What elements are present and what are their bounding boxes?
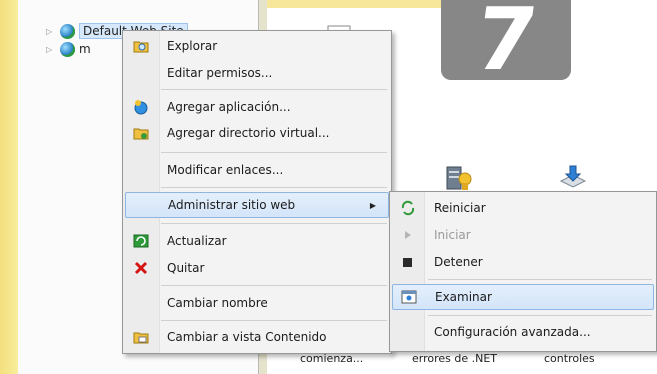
step-number: 7 [469,0,543,90]
administrar-sitio-submenu: Reiniciar Iniciar Detener Examinar Confi… [389,191,657,352]
menu-item-administrar-sitio-web[interactable]: Administrar sitio web ▶ [125,192,389,218]
menu-separator [161,320,387,321]
submenu-item-label: Examinar [435,290,492,304]
restart-icon [400,200,416,216]
website-globe-icon [60,23,75,39]
submenu-item-examinar[interactable]: Examinar [392,284,654,310]
submenu-item-reiniciar[interactable]: Reiniciar [392,196,654,220]
submenu-arrow-icon: ▶ [369,200,376,210]
menu-item-actualizar[interactable]: Actualizar [125,229,389,253]
menu-item-label: Modificar enlaces... [167,163,284,177]
menu-separator [161,285,387,286]
feature-label: controles [544,352,595,365]
menu-item-agregar-aplicacion[interactable]: Agregar aplicación... [125,95,389,119]
submenu-item-label: Detener [434,255,483,269]
download-tray-icon[interactable] [558,163,588,193]
menu-separator [161,223,387,224]
submenu-item-iniciar[interactable]: Iniciar [392,223,654,247]
menu-item-quitar[interactable]: Quitar [125,256,389,280]
feature-label: errores de .NET [412,352,498,365]
server-certificate-icon[interactable] [444,163,474,193]
menu-item-label: Quitar [167,261,205,275]
submenu-item-label: Iniciar [434,228,471,242]
explore-folder-icon [133,38,149,54]
menu-item-label: Agregar aplicación... [167,100,291,114]
expand-arrow-icon[interactable]: ▷ [46,45,56,54]
menu-item-label: Cambiar nombre [167,296,268,310]
menu-item-cambiar-vista-contenido[interactable]: Cambiar a vista Contenido [125,325,389,349]
add-application-icon [133,99,149,115]
menu-item-label: Cambiar a vista Contenido [167,330,327,344]
menu-separator [428,315,652,316]
virtual-directory-icon [133,125,149,141]
top-band [267,0,447,8]
tree-item-site-2[interactable]: ▷ m [46,40,91,58]
menu-item-modificar-enlaces[interactable]: Modificar enlaces... [125,158,389,182]
stop-icon [400,254,416,270]
tree-item-label: m [79,42,91,56]
site-context-menu: Explorar Editar permisos... Agregar apli… [122,30,392,354]
step-number-badge: 7 [441,0,571,90]
menu-item-agregar-directorio-virtual[interactable]: Agregar directorio virtual... [125,121,389,145]
menu-item-label: Editar permisos... [167,66,273,80]
remove-x-icon [133,260,149,276]
submenu-item-configuracion-avanzada[interactable]: Configuración avanzada... [392,320,654,344]
submenu-item-label: Reiniciar [434,201,486,215]
start-play-icon [400,227,416,243]
content-view-icon [133,329,149,345]
expand-arrow-icon[interactable]: ▷ [46,27,56,36]
refresh-icon [133,233,149,249]
menu-item-cambiar-nombre[interactable]: Cambiar nombre [125,291,389,315]
menu-item-editar-permisos[interactable]: Editar permisos... [125,61,389,85]
submenu-item-detener[interactable]: Detener [392,250,654,274]
menu-item-label: Explorar [167,39,218,53]
browse-icon [401,289,417,305]
menu-separator [161,89,387,90]
menu-item-explorar[interactable]: Explorar [125,34,389,58]
page-edge-strip [0,0,18,374]
menu-separator [428,279,652,280]
menu-item-label: Administrar sitio web [168,198,296,212]
website-globe-icon [60,41,75,57]
menu-separator [161,152,387,153]
menu-item-label: Agregar directorio virtual... [167,126,330,140]
menu-separator [161,187,387,188]
menu-item-label: Actualizar [167,234,227,248]
submenu-item-label: Configuración avanzada... [434,325,591,339]
